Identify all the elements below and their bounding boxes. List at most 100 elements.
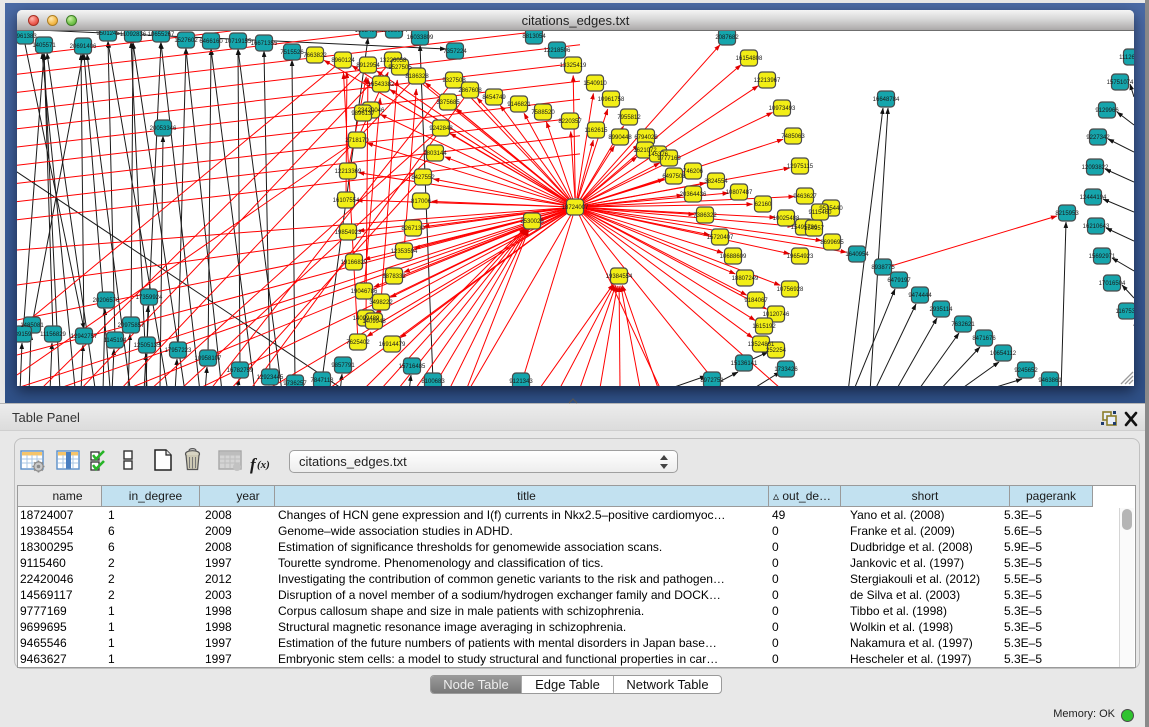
svg-text:16543382: 16543382: [368, 82, 395, 88]
svg-text:1405571: 1405571: [32, 43, 56, 49]
svg-text:15692971: 15692971: [1089, 254, 1116, 260]
svg-text:12213967: 12213967: [754, 78, 781, 84]
svg-text:19854923: 19854923: [335, 230, 362, 236]
svg-text:7625402: 7625402: [346, 340, 370, 346]
svg-text:1145194: 1145194: [104, 338, 128, 344]
svg-text:18724007: 18724007: [562, 205, 589, 211]
svg-text:6497508: 6497508: [662, 174, 686, 180]
svg-text:7485063: 7485063: [781, 134, 805, 140]
svg-text:9327508: 9327508: [442, 78, 466, 84]
svg-text:12353594: 12353594: [381, 31, 408, 34]
svg-text:19384554: 19384554: [606, 274, 633, 280]
svg-text:1527602: 1527602: [174, 38, 198, 44]
svg-text:7588520: 7588520: [531, 110, 555, 116]
svg-text:1162615: 1162615: [585, 128, 609, 134]
svg-text:746206: 746206: [683, 169, 704, 175]
svg-text:9463627: 9463627: [793, 194, 817, 200]
svg-text:1640954: 1640954: [845, 252, 869, 258]
svg-text:19654923: 19654923: [787, 254, 814, 260]
svg-text:13325419: 13325419: [560, 63, 587, 69]
svg-text:17016504: 17016504: [1099, 281, 1126, 287]
svg-text:8220357: 8220357: [558, 119, 582, 125]
svg-text:8813054: 8813054: [522, 34, 546, 40]
svg-text:8471676: 8471676: [972, 336, 996, 342]
svg-text:12353594: 12353594: [391, 249, 418, 255]
svg-text:20975857: 20975857: [118, 323, 145, 329]
svg-text:10961758: 10961758: [598, 97, 625, 103]
svg-text:1540910: 1540910: [583, 81, 607, 87]
svg-text:3824554: 3824554: [704, 179, 728, 185]
svg-text:1409948: 1409948: [362, 319, 386, 325]
svg-text:15716485: 15716485: [399, 364, 426, 370]
svg-text:20364436: 20364436: [680, 192, 707, 198]
svg-text:10655267: 10655267: [148, 32, 175, 38]
svg-text:11126910: 11126910: [1119, 55, 1134, 61]
svg-text:19166829: 19166829: [341, 260, 368, 266]
svg-text:10807487: 10807487: [726, 190, 753, 196]
svg-text:8186328: 8186328: [405, 74, 429, 80]
svg-text:1167533: 1167533: [1116, 309, 1134, 315]
svg-text:8972751: 8972751: [700, 378, 724, 384]
svg-text:12218506: 12218506: [544, 48, 571, 54]
svg-text:16671355: 16671355: [251, 41, 278, 47]
svg-text:16914479: 16914479: [379, 342, 406, 348]
svg-text:16782759: 16782759: [227, 368, 254, 374]
svg-text:9527505: 9527505: [388, 65, 412, 71]
svg-text:12213369: 12213369: [335, 169, 362, 175]
svg-text:3498222: 3498222: [369, 300, 393, 306]
svg-text:2530029: 2530029: [520, 219, 544, 225]
svg-text:3375685: 3375685: [436, 100, 460, 106]
svg-text:15136141: 15136141: [731, 361, 758, 367]
svg-text:12923445: 12923445: [257, 375, 284, 381]
svg-text:16154808: 16154808: [736, 56, 763, 62]
svg-text:9463861: 9463861: [1038, 378, 1062, 384]
svg-text:7386322: 7386322: [693, 213, 717, 219]
svg-text:12444194: 12444194: [1080, 195, 1107, 201]
svg-text:20206576: 20206576: [93, 298, 120, 304]
svg-text:10025488: 10025488: [773, 216, 800, 222]
svg-text:13226058: 13226058: [380, 58, 407, 64]
svg-text:20053346: 20053346: [150, 126, 177, 132]
svg-text:9777169: 9777169: [657, 156, 681, 162]
svg-text:1733426: 1733426: [774, 367, 798, 373]
svg-text:16210643: 16210643: [1083, 224, 1110, 230]
svg-text:10719155: 10719155: [225, 39, 252, 45]
svg-text:817006: 817006: [411, 199, 432, 205]
svg-text:1961383: 1961383: [17, 34, 37, 40]
svg-text:10688609: 10688609: [720, 254, 747, 260]
svg-text:9736257: 9736257: [283, 381, 307, 386]
svg-text:17957223: 17957223: [165, 348, 192, 354]
svg-text:2087682: 2087682: [715, 35, 739, 41]
svg-text:9227342: 9227342: [1086, 135, 1110, 141]
svg-text:8267130: 8267130: [401, 226, 425, 232]
svg-text:10973493: 10973493: [769, 106, 796, 112]
svg-text:7663822: 7663822: [303, 53, 327, 59]
svg-text:8878332: 8878332: [382, 274, 406, 280]
svg-text:9242848: 9242848: [429, 126, 453, 132]
svg-text:12093822: 12093822: [1082, 165, 1109, 171]
svg-text:8990448: 8990448: [608, 135, 632, 141]
svg-text:6466160: 6466160: [199, 39, 223, 45]
svg-text:9129966: 9129966: [1095, 108, 1119, 114]
svg-text:20691406: 20691406: [70, 44, 97, 50]
svg-text:8960124: 8960124: [331, 58, 355, 64]
svg-text:9896137: 9896137: [351, 111, 375, 117]
svg-text:17359924: 17359924: [136, 295, 163, 301]
svg-text:9501245: 9501245: [96, 31, 120, 37]
svg-text:9146821: 9146821: [507, 102, 531, 108]
svg-text:8938775: 8938775: [871, 265, 895, 271]
svg-text:252254: 252254: [766, 348, 787, 354]
svg-text:8699695: 8699695: [820, 240, 844, 246]
svg-text:62160: 62160: [755, 202, 772, 208]
svg-text:16648784: 16648784: [873, 97, 900, 103]
svg-text:6479197: 6479197: [887, 278, 911, 284]
svg-text:12942757: 12942757: [71, 334, 98, 340]
svg-text:10654112: 10654112: [990, 351, 1017, 357]
svg-text:10120746: 10120746: [763, 312, 790, 318]
svg-text:7955812: 7955812: [617, 115, 641, 121]
svg-text:39159: 39159: [17, 332, 32, 338]
svg-text:2935114: 2935114: [930, 307, 954, 313]
svg-text:1615192: 1615192: [752, 324, 776, 330]
svg-text:6794028: 6794028: [634, 135, 658, 141]
svg-text:11092836: 11092836: [120, 32, 147, 38]
